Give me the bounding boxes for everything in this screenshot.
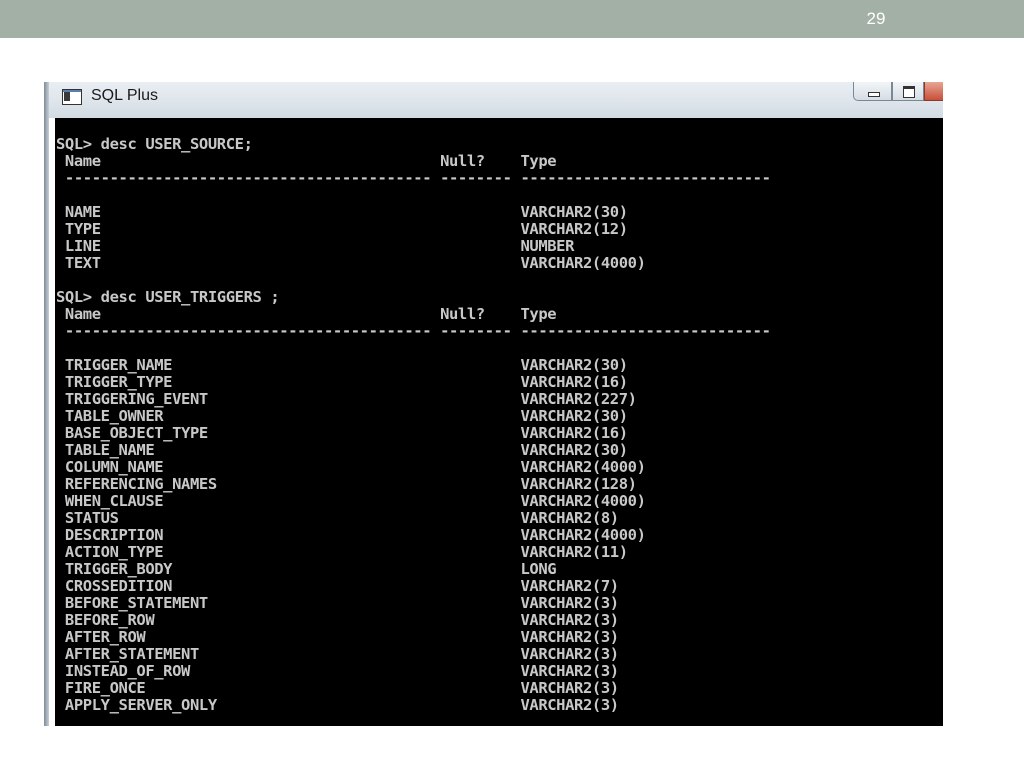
console-line: LINE NUMBER [56,237,575,255]
console-line: FIRE_ONCE VARCHAR2(3) [56,679,619,697]
minimize-icon [868,92,880,97]
console-line: BEFORE_ROW VARCHAR2(3) [56,611,619,629]
console-line: CROSSEDITION VARCHAR2(7) [56,577,619,595]
console-line: SQL> desc USER_TRIGGERS ; [56,288,280,306]
console-output[interactable]: SQL> desc USER_SOURCE; Name Null? Type -… [55,118,943,726]
slide-header-bar: 29 [0,0,1024,38]
console-line: ----------------------------------------… [56,322,771,340]
console-line: TYPE VARCHAR2(12) [56,220,628,238]
maximize-button[interactable] [892,82,924,101]
window-titlebar[interactable]: SQL Plus [49,82,943,118]
console-line: TABLE_NAME VARCHAR2(30) [56,441,628,459]
console-line: ACTION_TYPE VARCHAR2(11) [56,543,628,561]
console-line: TRIGGER_BODY LONG [56,560,557,578]
console-line: STATUS VARCHAR2(8) [56,509,619,527]
close-button[interactable] [924,82,943,101]
console-line: TRIGGER_TYPE VARCHAR2(16) [56,373,628,391]
console-line: SQL> desc USER_SOURCE; [56,135,253,153]
slide-number: 29 [866,9,886,28]
console-text: SQL> desc USER_SOURCE; Name Null? Type -… [56,136,771,714]
console-line: APPLY_SERVER_ONLY VARCHAR2(3) [56,696,619,714]
console-line: BEFORE_STATEMENT VARCHAR2(3) [56,594,619,612]
console-line: AFTER_STATEMENT VARCHAR2(3) [56,645,619,663]
window-title: SQL Plus [91,87,158,104]
console-line: ----------------------------------------… [56,169,771,187]
console-line: COLUMN_NAME VARCHAR2(4000) [56,458,646,476]
maximize-icon [903,86,915,98]
console-line: AFTER_ROW VARCHAR2(3) [56,628,619,646]
window-border [44,82,49,726]
console-line: TRIGGER_NAME VARCHAR2(30) [56,356,628,374]
console-line: WHEN_CLAUSE VARCHAR2(4000) [56,492,646,510]
console-line: BASE_OBJECT_TYPE VARCHAR2(16) [56,424,628,442]
console-line: Name Null? Type [56,305,557,323]
console-line: TRIGGERING_EVENT VARCHAR2(227) [56,390,637,408]
console-line: TEXT VARCHAR2(4000) [56,254,646,272]
console-app-icon [62,89,82,105]
minimize-button[interactable] [853,82,892,101]
console-line: INSTEAD_OF_ROW VARCHAR2(3) [56,662,619,680]
console-line: Name Null? Type [56,152,557,170]
console-line: NAME VARCHAR2(30) [56,203,628,221]
console-line: REFERENCING_NAMES VARCHAR2(128) [56,475,637,493]
console-line: DESCRIPTION VARCHAR2(4000) [56,526,646,544]
console-line: TABLE_OWNER VARCHAR2(30) [56,407,628,425]
sqlplus-window: SQL Plus SQL> desc USER_SOURCE; Name Nul… [44,82,943,726]
